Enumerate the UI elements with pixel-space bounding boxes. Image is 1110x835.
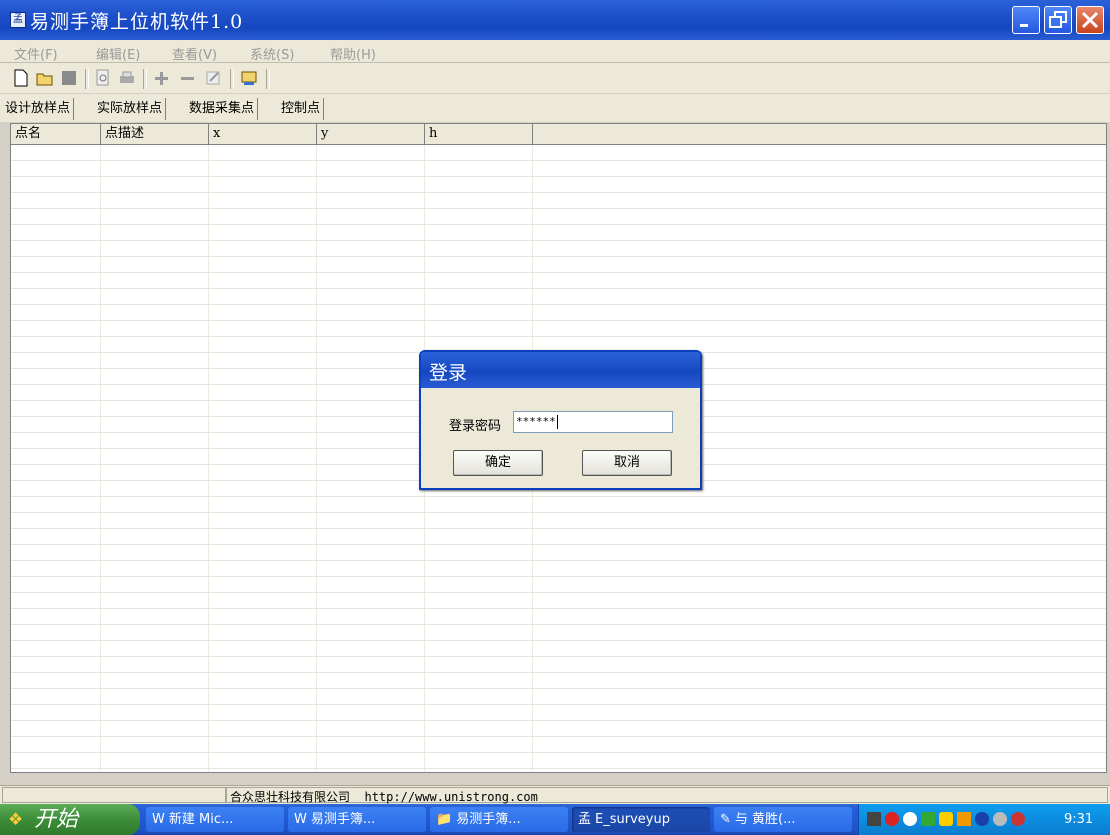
column-header-h[interactable]: h [425, 124, 533, 144]
status-bar: 合众思壮科技有限公司 http://www.unistrong.com [0, 785, 1110, 804]
task-word-document[interactable]: W 易测手簿... [288, 807, 426, 832]
menu-system[interactable]: 系统(S) [250, 44, 294, 63]
app-icon: 孟 [578, 812, 592, 827]
new-file-icon[interactable] [12, 69, 30, 87]
tray-security-icon[interactable] [1011, 812, 1025, 826]
word-icon: W [152, 812, 165, 827]
tab-actual-stakeout[interactable]: 实际放样点 [94, 98, 167, 120]
windows-logo-icon: ❖ [8, 810, 24, 830]
tab-data-collection[interactable]: 数据采集点 [186, 98, 259, 120]
tab-bar: 设计放样点 实际放样点 数据采集点 控制点 [0, 94, 1110, 122]
tab-design-stakeout[interactable]: 设计放样点 [2, 98, 75, 120]
column-header-name[interactable]: 点名 [11, 124, 101, 144]
login-dialog-titlebar[interactable]: 登录 [421, 352, 700, 388]
toolbar [0, 63, 1110, 93]
minimize-icon [1020, 24, 1028, 27]
clock[interactable]: 9:31 [1064, 812, 1093, 827]
open-folder-icon[interactable] [36, 69, 54, 87]
app-icon: 孟 [10, 12, 26, 28]
login-dialog: 登录 登录密码 ****** 确定 取消 [419, 350, 702, 490]
tray-network-icon[interactable] [921, 812, 935, 826]
task-label: E_surveyup [595, 812, 670, 827]
tray-back-icon[interactable] [903, 812, 917, 826]
print-icon[interactable] [118, 69, 136, 87]
task-label: 易测手簿... [310, 812, 376, 827]
restore-button[interactable] [1044, 6, 1072, 34]
close-button[interactable] [1076, 6, 1104, 34]
close-icon [1081, 11, 1099, 29]
status-segment [2, 787, 226, 803]
chat-icon: ✎ [720, 812, 731, 827]
menu-bar: 文件(F) 编辑(E) 查看(V) 系统(S) 帮助(H) [0, 40, 1110, 63]
company-name: 合众思壮科技有限公司 [230, 790, 351, 804]
column-header-y[interactable]: y [317, 124, 425, 144]
folder-icon: 📁 [436, 812, 453, 827]
task-label: 新建 Mic... [168, 812, 234, 827]
task-label: 与 黄胜(... [734, 812, 796, 827]
tray-alert-icon[interactable] [885, 812, 899, 826]
status-info: 合众思壮科技有限公司 http://www.unistrong.com [230, 788, 538, 805]
toolbar-separator [85, 69, 89, 89]
column-header-description[interactable]: 点描述 [101, 124, 209, 144]
tray-globe-icon[interactable] [975, 812, 989, 826]
password-label: 登录密码 [449, 419, 502, 434]
title-bar: 孟 易测手簿上位机软件1.0 [0, 0, 1110, 40]
ok-button[interactable]: 确定 [453, 450, 543, 476]
menu-file[interactable]: 文件(F) [14, 44, 58, 63]
add-icon[interactable] [152, 69, 170, 87]
tray-shield-icon[interactable] [939, 812, 953, 826]
column-header-x[interactable]: x [209, 124, 317, 144]
password-input[interactable]: ****** [513, 411, 673, 433]
task-label: 易测手簿... [456, 812, 521, 827]
text-caret [556, 415, 558, 429]
word-icon: W [294, 812, 307, 827]
start-button[interactable]: ❖ 开始 [0, 804, 140, 835]
task-chat[interactable]: ✎ 与 黄胜(... [714, 807, 852, 832]
toolbar-separator [230, 69, 234, 89]
system-tray: 9:31 [858, 804, 1110, 835]
menu-help[interactable]: 帮助(H) [330, 44, 376, 63]
password-value: ****** [516, 415, 556, 428]
task-folder[interactable]: 📁 易测手簿... [430, 807, 568, 832]
export-icon[interactable] [240, 69, 258, 87]
edit-icon[interactable] [204, 69, 222, 87]
remove-icon[interactable] [178, 69, 196, 87]
start-label: 开始 [34, 807, 79, 832]
taskbar: ❖ 开始 W 新建 Mic... W 易测手簿... 📁 易测手簿... 孟 E_sur… [0, 804, 1110, 835]
task-word-document-new[interactable]: W 新建 Mic... [146, 807, 284, 832]
login-dialog-title: 登录 [429, 362, 468, 384]
company-url: http://www.unistrong.com [364, 790, 538, 804]
tray-speaker-icon[interactable] [957, 812, 971, 826]
toolbar-separator [143, 69, 147, 89]
restore-icon [1049, 11, 1067, 28]
minimize-button[interactable] [1012, 6, 1040, 34]
menu-view[interactable]: 查看(V) [172, 44, 217, 63]
window-title: 易测手簿上位机软件1.0 [30, 11, 244, 33]
task-e-surveyup[interactable]: 孟 E_surveyup [572, 807, 710, 832]
menu-edit[interactable]: 编辑(E) [96, 44, 140, 63]
tray-app-icon[interactable] [867, 812, 881, 826]
save-icon[interactable] [60, 69, 78, 87]
tab-control-points[interactable]: 控制点 [278, 98, 325, 120]
toolbar-separator [266, 69, 270, 89]
cancel-button[interactable]: 取消 [582, 450, 672, 476]
table-header: 点名 点描述 x y h [11, 124, 1106, 145]
print-preview-icon[interactable] [94, 69, 112, 87]
tray-update-icon[interactable] [993, 812, 1007, 826]
